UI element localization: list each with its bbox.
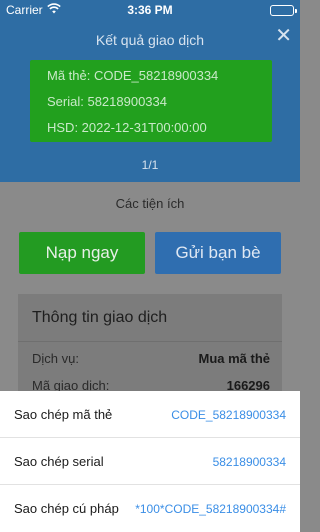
page-indicator: 1/1	[141, 158, 159, 172]
copy-card-code-option[interactable]: Sao chép mã thẻ CODE_58218900334	[0, 391, 300, 438]
utilities-title: Các tiện ích	[115, 196, 185, 211]
transaction-info-panel: Thông tin giao dịch Dịch vụ: Mua mã thẻ …	[18, 294, 282, 394]
send-to-friend-button[interactable]: Gửi bạn bè	[155, 232, 281, 274]
card-code: Mã thẻ: CODE_58218900334	[47, 68, 219, 83]
option-label: Sao chép mã thẻ	[14, 407, 113, 422]
copy-action-sheet: Sao chép mã thẻ CODE_58218900334 Sao ché…	[0, 391, 300, 532]
card-info: Mã thẻ: CODE_58218900334 Serial: 5821890…	[30, 60, 272, 142]
option-value: CODE_58218900334	[171, 408, 286, 422]
transaction-result-header: Kết quả giao dịch ✕ Mã thẻ: CODE_5821890…	[0, 20, 300, 182]
transaction-info-title: Thông tin giao dịch	[32, 309, 168, 326]
page-title: Kết quả giao dịch	[95, 32, 205, 48]
service-value: Mua mã thẻ	[198, 351, 270, 366]
clock: 3:36 PM	[127, 3, 173, 17]
option-label: Sao chép cú pháp	[14, 501, 119, 516]
close-icon[interactable]: ✕	[275, 26, 292, 46]
copy-serial-option[interactable]: Sao chép serial 58218900334	[0, 438, 300, 485]
option-value: *100*CODE_58218900334#	[135, 502, 286, 516]
card-serial: Serial: 58218900334	[47, 94, 167, 109]
option-value: 58218900334	[212, 455, 286, 469]
service-label: Dịch vụ:	[32, 351, 79, 366]
copy-syntax-option[interactable]: Sao chép cú pháp *100*CODE_58218900334#	[0, 485, 300, 532]
battery-icon	[270, 5, 297, 16]
card-expiry: HSD: 2022-12-31T00:00:00	[47, 120, 207, 135]
divider	[18, 341, 282, 342]
status-bar: Carrier 3:36 PM	[0, 0, 300, 20]
recharge-now-button[interactable]: Nạp ngay	[19, 232, 145, 274]
option-label: Sao chép serial	[14, 454, 104, 469]
